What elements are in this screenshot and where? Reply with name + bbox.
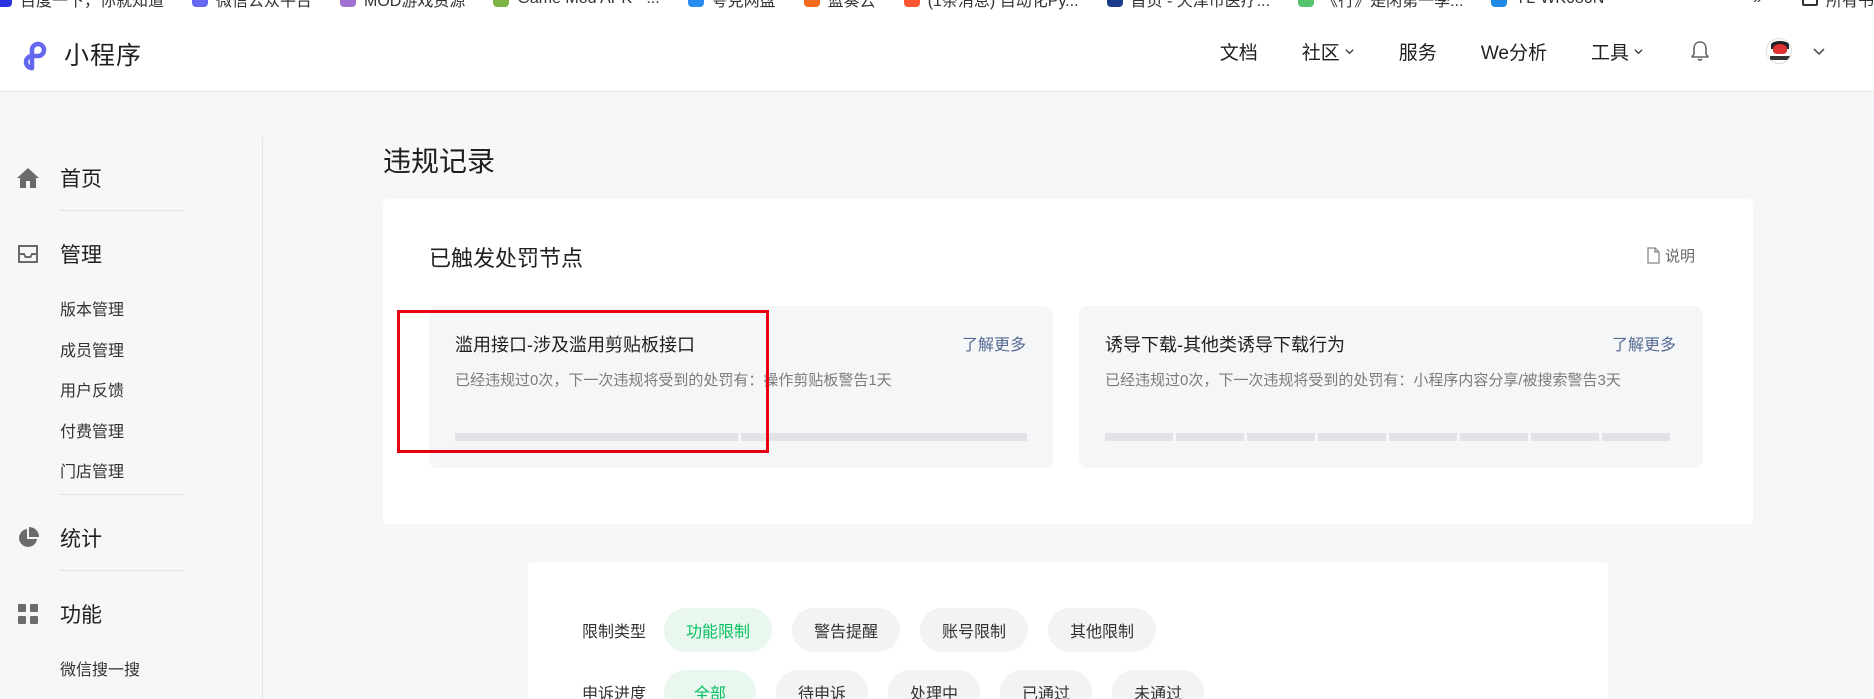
- filter-label: 限制类型: [582, 624, 647, 641]
- document-icon: [1647, 247, 1660, 264]
- progress-segment: [1602, 433, 1670, 441]
- sidebar-item-wechat-search[interactable]: 微信搜一搜: [60, 656, 140, 680]
- sidebar-item-version[interactable]: 版本管理: [60, 296, 124, 320]
- all-bookmarks-button[interactable]: 所有书: [1826, 0, 1874, 10]
- filter-label: 申诉进度: [582, 686, 647, 699]
- card-title: 诱导下载-其他类诱导下载行为: [1105, 335, 1345, 355]
- chip-pending-appeal[interactable]: 待申诉: [776, 670, 869, 699]
- sidebar-separator: [60, 494, 184, 495]
- chevron-down-icon: [1345, 48, 1354, 54]
- bookmarks-bar: 百度一下，你就知道 微信公众平台 MOD游戏资源 Game Mod APK - …: [0, 0, 1874, 10]
- top-nav: 文档 社区 服务 We分析 工具: [1220, 10, 1874, 92]
- pie-chart-icon: [19, 527, 39, 547]
- chip-all[interactable]: 全部: [664, 670, 757, 699]
- chevron-down-icon: [1634, 48, 1643, 54]
- bookmark-yl[interactable]: YL-WK080N: [1491, 0, 1604, 8]
- wechat-mp-icon: [192, 0, 209, 7]
- bell-icon[interactable]: [1688, 39, 1712, 63]
- progress-segment: [1389, 433, 1457, 441]
- grid-icon: [18, 604, 38, 624]
- bookmark-quark[interactable]: 夸克网盘: [687, 0, 776, 10]
- sidebar-item-stores[interactable]: 门店管理: [60, 458, 124, 482]
- home-icon: [17, 168, 39, 188]
- progress-segment: [1318, 433, 1386, 441]
- sidebar: 首页 管理 版本管理 成员管理 用户反馈 付费管理 门店管理 统计 功能 微信搜…: [0, 93, 263, 699]
- logo[interactable]: 小程序: [18, 36, 142, 72]
- bookmark-video[interactable]: 《行》是闲第一季...: [1298, 0, 1463, 10]
- sidebar-item-payment[interactable]: 付费管理: [60, 418, 124, 442]
- chip-warning[interactable]: 警告提醒: [792, 608, 901, 652]
- nav-tools[interactable]: 工具: [1591, 38, 1644, 65]
- nav-community[interactable]: 社区: [1302, 38, 1355, 65]
- sidebar-item-features[interactable]: 功能: [0, 599, 102, 629]
- sidebar-divider: [262, 137, 263, 699]
- top-header: 小程序 文档 社区 服务 We分析 工具: [0, 10, 1874, 92]
- bookmark-hospital[interactable]: 首页 - 天津市医疗...: [1106, 0, 1270, 10]
- penalty-card-download: 诱导下载-其他类诱导下载行为 了解更多 已经违规过0次，下一次违规将受到的处罚有…: [1079, 306, 1703, 468]
- page-title: 违规记录: [383, 146, 496, 177]
- bookmark-mod[interactable]: MOD游戏资源: [340, 0, 465, 10]
- android-icon: [493, 0, 510, 7]
- doc-icon: [1491, 0, 1508, 7]
- mod-icon: [340, 0, 357, 7]
- learn-more-link[interactable]: 了解更多: [962, 331, 1026, 355]
- inbox-icon: [18, 245, 38, 263]
- nav-we-analytics[interactable]: We分析: [1481, 38, 1547, 65]
- bookmark-lanzou[interactable]: 蓝奏云: [803, 0, 876, 10]
- chip-processing[interactable]: 处理中: [888, 670, 981, 699]
- bookmark-wechat-mp[interactable]: 微信公众平台: [192, 0, 312, 10]
- panel-title: 已触发处罚节点: [429, 246, 584, 271]
- chip-other-restriction[interactable]: 其他限制: [1048, 608, 1157, 652]
- lanzou-icon: [803, 0, 820, 7]
- bookmarks-overflow-button[interactable]: »: [1753, 0, 1762, 8]
- bookmark-baidu[interactable]: 百度一下，你就知道: [0, 0, 164, 10]
- progress-segment: [1105, 433, 1173, 441]
- sidebar-item-home[interactable]: 首页: [0, 163, 102, 193]
- chip-feature-restriction[interactable]: 功能限制: [664, 608, 773, 652]
- bookmark-game-mod[interactable]: Game Mod APK - ...: [493, 0, 660, 8]
- card-description: 已经违规过0次，下一次违规将受到的处罚有：小程序内容分享/被搜索警告3天: [1105, 372, 1621, 389]
- logo-text: 小程序: [64, 42, 143, 70]
- sidebar-item-stats[interactable]: 统计: [0, 523, 102, 553]
- folder-icon: [1801, 0, 1818, 6]
- chip-account-restriction[interactable]: 账号限制: [920, 608, 1029, 652]
- hospital-icon: [1106, 0, 1123, 7]
- learn-more-link[interactable]: 了解更多: [1612, 331, 1676, 355]
- quark-icon: [687, 0, 704, 7]
- avatar[interactable]: [1766, 38, 1792, 64]
- bookmarks-right: » 所有书: [1753, 0, 1874, 10]
- progress-segment: [1460, 433, 1528, 441]
- progress-segment: [1531, 433, 1599, 441]
- progress-segment: [1247, 433, 1315, 441]
- sidebar-item-members[interactable]: 成员管理: [60, 337, 124, 361]
- chevron-down-icon[interactable]: [1812, 44, 1826, 58]
- chip-approved[interactable]: 已通过: [1000, 670, 1093, 699]
- sidebar-item-feedback[interactable]: 用户反馈: [60, 377, 124, 401]
- csdn-icon: [903, 0, 920, 7]
- baidu-icon: [0, 0, 12, 7]
- nav-docs[interactable]: 文档: [1220, 38, 1258, 65]
- progress-segment: [741, 433, 1027, 441]
- sidebar-separator: [60, 210, 184, 211]
- filter-panel: 限制类型 功能限制 警告提醒 账号限制 其他限制 申诉进度 全部 待申诉 处理中…: [528, 562, 1608, 699]
- progress-segment: [1176, 433, 1244, 441]
- annotation-highlight-box: [397, 310, 769, 453]
- filter-row-appeal-progress: 申诉进度 全部 待申诉 处理中 已通过 未通过: [582, 670, 1224, 699]
- chip-rejected[interactable]: 未通过: [1112, 670, 1205, 699]
- nav-services[interactable]: 服务: [1399, 38, 1437, 65]
- sidebar-item-manage[interactable]: 管理: [0, 239, 102, 269]
- miniprogram-logo-icon: [23, 41, 47, 71]
- sidebar-separator: [60, 570, 184, 571]
- video-icon: [1298, 0, 1315, 7]
- explain-link[interactable]: 说明: [1646, 245, 1695, 266]
- filter-row-restriction-type: 限制类型 功能限制 警告提醒 账号限制 其他限制: [582, 608, 1176, 652]
- bookmark-csdn[interactable]: (1条消息) 自动化Py...: [903, 0, 1079, 10]
- progress-bar: [1105, 433, 1673, 441]
